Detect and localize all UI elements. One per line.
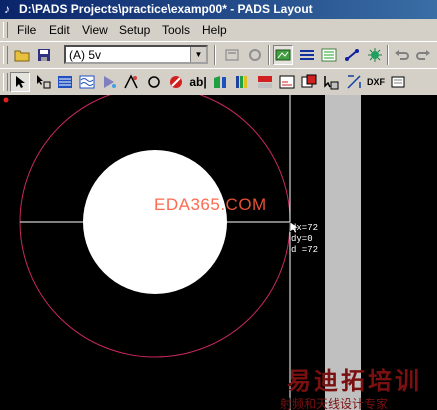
auto-dimension-icon[interactable] (344, 72, 364, 92)
connection-icon[interactable] (342, 45, 362, 65)
watermark-cn-large: 易迪拓培训 (287, 368, 422, 395)
menu-tools[interactable]: Tools (162, 23, 190, 37)
hatch-icon[interactable] (121, 72, 141, 92)
open-folder-icon[interactable] (12, 45, 32, 65)
route-toolbar-icon[interactable] (297, 45, 317, 65)
select-arrow-icon[interactable] (10, 72, 30, 92)
window-title: D:\PADS Projects\practice\examp00* - PAD… (19, 2, 313, 16)
circle-icon[interactable] (144, 72, 164, 92)
import-icon[interactable] (388, 72, 408, 92)
copper-pour-icon[interactable] (77, 72, 97, 92)
chevron-down-icon[interactable]: ▼ (190, 47, 206, 62)
menu-setup[interactable]: Setup (119, 23, 150, 37)
watermark-text: EDA365.COM (154, 195, 267, 214)
menu-help[interactable]: Help (202, 23, 227, 37)
menu-file[interactable]: File (17, 23, 36, 37)
measure-icon[interactable] (321, 72, 341, 92)
title-bar: ♪ D:\PADS Projects\practice\examp00* - P… (0, 0, 437, 19)
text-icon[interactable]: ab| (188, 72, 208, 92)
2d-line-icon[interactable] (210, 72, 230, 92)
toolbar-separator (214, 45, 216, 65)
redraw-icon[interactable] (245, 45, 265, 65)
toolbar-grip (3, 73, 8, 91)
readout-d: d =72 (291, 245, 319, 255)
drafting-toolbar-icon[interactable] (319, 45, 339, 65)
menu-view[interactable]: View (82, 23, 108, 37)
save-icon[interactable] (34, 45, 54, 65)
dxf-icon[interactable]: DXF (366, 72, 386, 92)
menu-bar: File Edit View Setup Tools Help (0, 19, 437, 41)
design-canvas[interactable]: dx=72 dy=0 d =72 EDA365.COM 易迪拓培训 射频和天线设… (0, 95, 437, 410)
readout-dy: dy=0 (291, 234, 313, 244)
ecn-icon[interactable] (365, 45, 385, 65)
board-outline-icon[interactable] (255, 72, 275, 92)
watermark-cn-small: 射频和天线设计专家 (280, 397, 389, 410)
layer-dropdown-value: (A) 5v (69, 48, 102, 62)
standard-toolbar: (A) 5v ▼ (0, 41, 437, 69)
split-plane-icon[interactable] (299, 72, 319, 92)
toolbar-separator (387, 45, 389, 65)
keepout-icon[interactable] (166, 72, 186, 92)
move-icon[interactable] (33, 72, 53, 92)
pads-app-icon: ♪ (4, 2, 10, 16)
properties-icon[interactable] (222, 45, 242, 65)
menu-grip (3, 22, 8, 38)
dimension-icon[interactable] (277, 72, 297, 92)
measure-readout: dx=72 dy=0 d =72 (291, 223, 318, 256)
menu-edit[interactable]: Edit (49, 23, 70, 37)
origin-marker (3, 97, 9, 103)
layer-dropdown[interactable]: (A) 5v ▼ (64, 45, 208, 64)
redo-icon[interactable] (413, 45, 433, 65)
design-toolbar-icon[interactable] (273, 45, 293, 65)
readout-dx: dx=72 (291, 223, 319, 233)
undo-icon[interactable] (392, 45, 412, 65)
copper-icon[interactable] (55, 72, 75, 92)
toolbar-grip (3, 46, 8, 64)
toolbar-separator (268, 45, 270, 65)
flood-icon[interactable] (99, 72, 119, 92)
drafting-toolbar: ab| DXF (0, 68, 437, 96)
library-icon[interactable] (232, 72, 252, 92)
